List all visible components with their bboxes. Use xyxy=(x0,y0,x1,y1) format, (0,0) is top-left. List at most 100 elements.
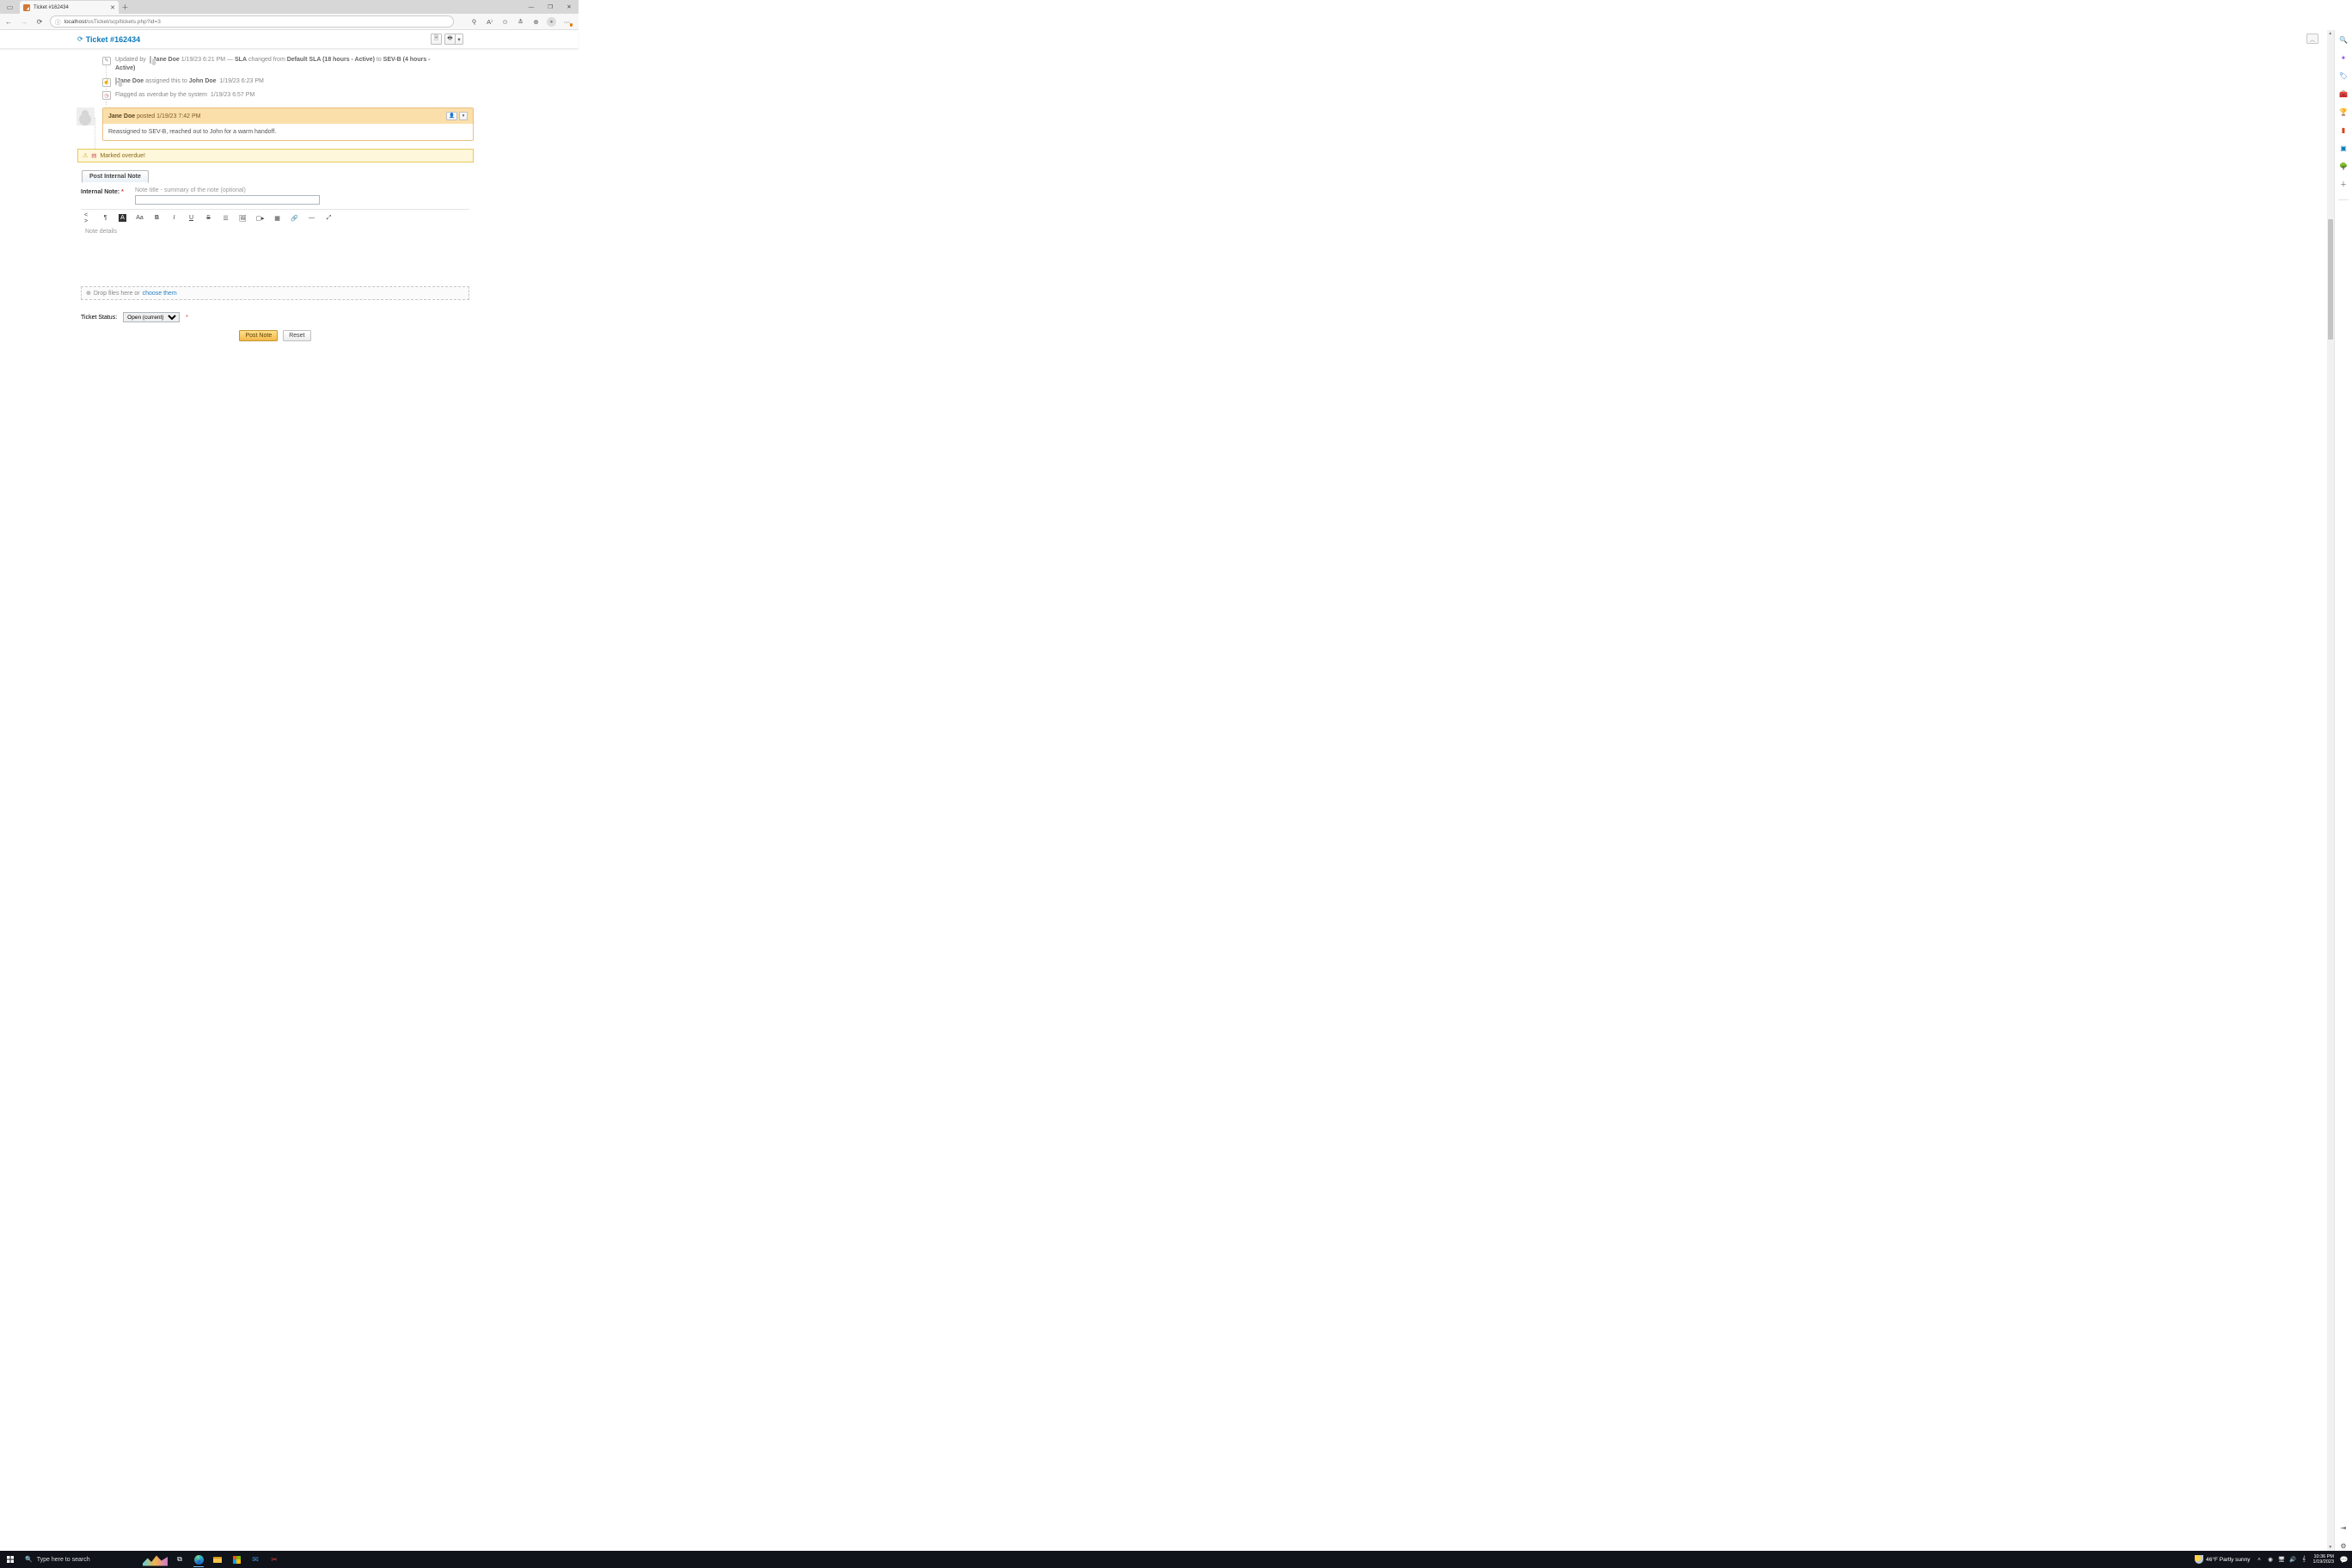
search-icon: 🔍 xyxy=(25,1556,33,1563)
print-dropdown-button[interactable]: ▾ xyxy=(456,34,463,45)
tab-post-internal-note[interactable]: Post Internal Note xyxy=(82,170,149,183)
news-widget-icon[interactable] xyxy=(143,1553,168,1566)
collections-icon[interactable]: ⊕ xyxy=(529,15,543,28)
scroll-thumb[interactable] xyxy=(2328,219,2334,340)
read-aloud-icon[interactable]: A⁾ xyxy=(482,15,497,28)
nav-refresh-button[interactable]: ⟳ xyxy=(33,15,46,28)
browser-tab[interactable]: Ticket #162434 ✕ xyxy=(20,1,119,14)
choose-files-link[interactable]: choose them xyxy=(143,291,177,297)
post-note-button[interactable]: Post Note xyxy=(239,330,278,341)
taskbar-search[interactable]: 🔍 Type here to search xyxy=(21,1551,141,1568)
sidebar-settings-icon[interactable]: ⚙ xyxy=(2339,1541,2349,1551)
taskbar-notifications-icon[interactable]: 💬 xyxy=(2337,1556,2350,1564)
avatar-icon xyxy=(115,77,117,85)
font-size-icon[interactable]: Aa xyxy=(136,214,144,222)
nav-back-button[interactable]: ← xyxy=(2,15,15,28)
taskbar-weather[interactable]: 46°F Partly sunny xyxy=(2195,1555,2250,1564)
settings-menu-icon[interactable]: ⋯ xyxy=(560,15,574,28)
tab-search-icon[interactable]: ⚲ xyxy=(466,15,482,29)
internal-note-label: Internal Note: * xyxy=(81,187,129,195)
fullscreen-icon[interactable]: ⤢ xyxy=(325,214,333,222)
outlook-icon[interactable]: ▣ xyxy=(2339,144,2349,153)
attachment-dropzone[interactable]: ⊕ Drop files here or choose them xyxy=(81,286,469,300)
scroll-up-button[interactable]: ▲ xyxy=(2327,30,2335,37)
tree-icon[interactable]: 🌳 xyxy=(2339,162,2349,171)
window-maximize-button[interactable]: ❐ xyxy=(541,0,560,14)
text-color-icon[interactable]: A xyxy=(119,214,126,222)
taskbar-store[interactable] xyxy=(227,1551,246,1568)
browser-titlebar: ▭ Ticket #162434 ✕ ＋ — ❐ ✕ xyxy=(0,0,579,14)
sidebar-collapse-icon[interactable]: ⇥ xyxy=(2339,1523,2349,1533)
copilot-icon[interactable]: ✦ xyxy=(2339,53,2349,63)
note-title-input[interactable] xyxy=(135,195,320,205)
games-icon[interactable]: 🏆 xyxy=(2339,107,2349,117)
reset-button[interactable]: Reset xyxy=(283,330,310,341)
thread-note: Jane Doe posted 1/19/23 7:42 PM 👤 ▾ Reas… xyxy=(77,107,474,141)
office-icon[interactable]: ▮ xyxy=(2339,126,2349,135)
tray-volume-icon[interactable]: 🔊 xyxy=(2288,1556,2299,1563)
collapse-thread-button[interactable]: ︿ xyxy=(2306,34,2318,44)
italic-icon[interactable]: I xyxy=(170,214,178,222)
taskbar-edge[interactable] xyxy=(189,1551,208,1568)
scroll-down-button[interactable]: ▼ xyxy=(2327,1544,2335,1551)
nav-forward-button[interactable]: → xyxy=(17,15,31,28)
new-tab-button[interactable]: ＋ xyxy=(119,1,132,14)
tools-icon[interactable]: 🧰 xyxy=(2339,89,2349,99)
tab-actions-icon[interactable]: ▭ xyxy=(0,0,20,14)
ticket-status-select[interactable]: Open (current) xyxy=(123,312,180,322)
refresh-icon[interactable]: ⟳ xyxy=(77,35,83,43)
thread-event-assign: ☝ Jane Doe assigned this to John Doe 1/1… xyxy=(102,77,474,87)
paragraph-icon[interactable]: ¶ xyxy=(101,214,109,222)
clock-icon: ◷ xyxy=(102,91,111,100)
thread-event-overdue: ◷ Flagged as overdue by the system 1/19/… xyxy=(102,91,474,101)
taskbar-clock[interactable]: 10:36 PM 1/19/2023 xyxy=(2310,1554,2337,1565)
editor-toolbar: < > ¶ A Aa B I U S ☰ 🖼 ▢▸ ▦ 🔗 — ⤢ xyxy=(81,210,469,226)
page-scrollbar[interactable]: ▲ ▼ xyxy=(2327,30,2335,1551)
code-icon[interactable]: < > xyxy=(84,214,92,222)
page-title: Ticket #162434 xyxy=(86,35,140,44)
note-menu-button[interactable]: ▾ xyxy=(459,112,468,120)
strikethrough-icon[interactable]: S xyxy=(205,214,212,222)
profile-avatar[interactable]: ● xyxy=(544,15,559,28)
table-icon[interactable]: ▦ xyxy=(273,214,281,222)
list-icon[interactable]: ☰ xyxy=(222,214,230,222)
avatar-icon xyxy=(150,56,151,64)
window-minimize-button[interactable]: — xyxy=(522,0,541,14)
underline-icon[interactable]: U xyxy=(187,214,195,222)
shopping-icon[interactable]: 🏷 xyxy=(2339,71,2349,81)
favorites-bar-icon[interactable]: ≛ xyxy=(513,15,528,28)
favorites-icon[interactable]: ✩ xyxy=(498,15,512,28)
author-avatar xyxy=(77,107,95,126)
window-close-button[interactable]: ✕ xyxy=(560,0,579,14)
taskbar-snip[interactable]: ✂ xyxy=(265,1551,284,1568)
bold-icon[interactable]: B xyxy=(153,214,161,222)
tab-close-icon[interactable]: ✕ xyxy=(110,4,115,11)
tab-title: Ticket #162434 xyxy=(34,5,107,10)
add-sidebar-icon[interactable]: ＋ xyxy=(2339,180,2349,189)
overdue-stack-icon: ▤ xyxy=(91,152,96,159)
address-bar[interactable]: ⓘ localhost/osTicket/scp/tickets.php?id=… xyxy=(50,15,454,28)
video-icon[interactable]: ▢▸ xyxy=(256,214,264,222)
image-icon[interactable]: 🖼 xyxy=(239,214,247,222)
print-action-button[interactable]: 🖶 xyxy=(444,34,456,45)
pencil-icon: ✎ xyxy=(102,57,111,65)
note-title-placeholder-text: Note title - summary of the note (option… xyxy=(135,187,469,193)
taskbar-explorer[interactable] xyxy=(208,1551,227,1568)
tray-meet-now-icon[interactable]: ◉ xyxy=(2265,1556,2276,1563)
note-user-button[interactable]: 👤 xyxy=(446,112,457,120)
note-body-editor[interactable]: Note details xyxy=(81,226,469,282)
upload-icon: ⊕ xyxy=(86,290,91,297)
link-icon[interactable]: 🔗 xyxy=(291,214,298,222)
tray-display-icon[interactable]: 🖥 xyxy=(2276,1556,2288,1563)
task-view-button[interactable]: ⧉ xyxy=(170,1551,189,1568)
note-action-button[interactable]: 🗎 xyxy=(431,34,442,45)
start-button[interactable] xyxy=(0,1551,21,1568)
browser-navbar: ← → ⟳ ⓘ localhost/osTicket/scp/tickets.p… xyxy=(0,14,579,30)
hr-icon[interactable]: — xyxy=(308,214,315,222)
tray-input-icon[interactable]: 𝄞 xyxy=(2299,1556,2310,1563)
site-info-icon[interactable]: ⓘ xyxy=(55,17,61,26)
taskbar-mail[interactable]: ✉ xyxy=(246,1551,265,1568)
search-icon[interactable]: 🔍 xyxy=(2339,35,2349,45)
tray-chevron-up-icon[interactable]: ˄ xyxy=(2254,1557,2265,1563)
ticket-number-link[interactable]: Ticket #162434 xyxy=(86,35,140,44)
